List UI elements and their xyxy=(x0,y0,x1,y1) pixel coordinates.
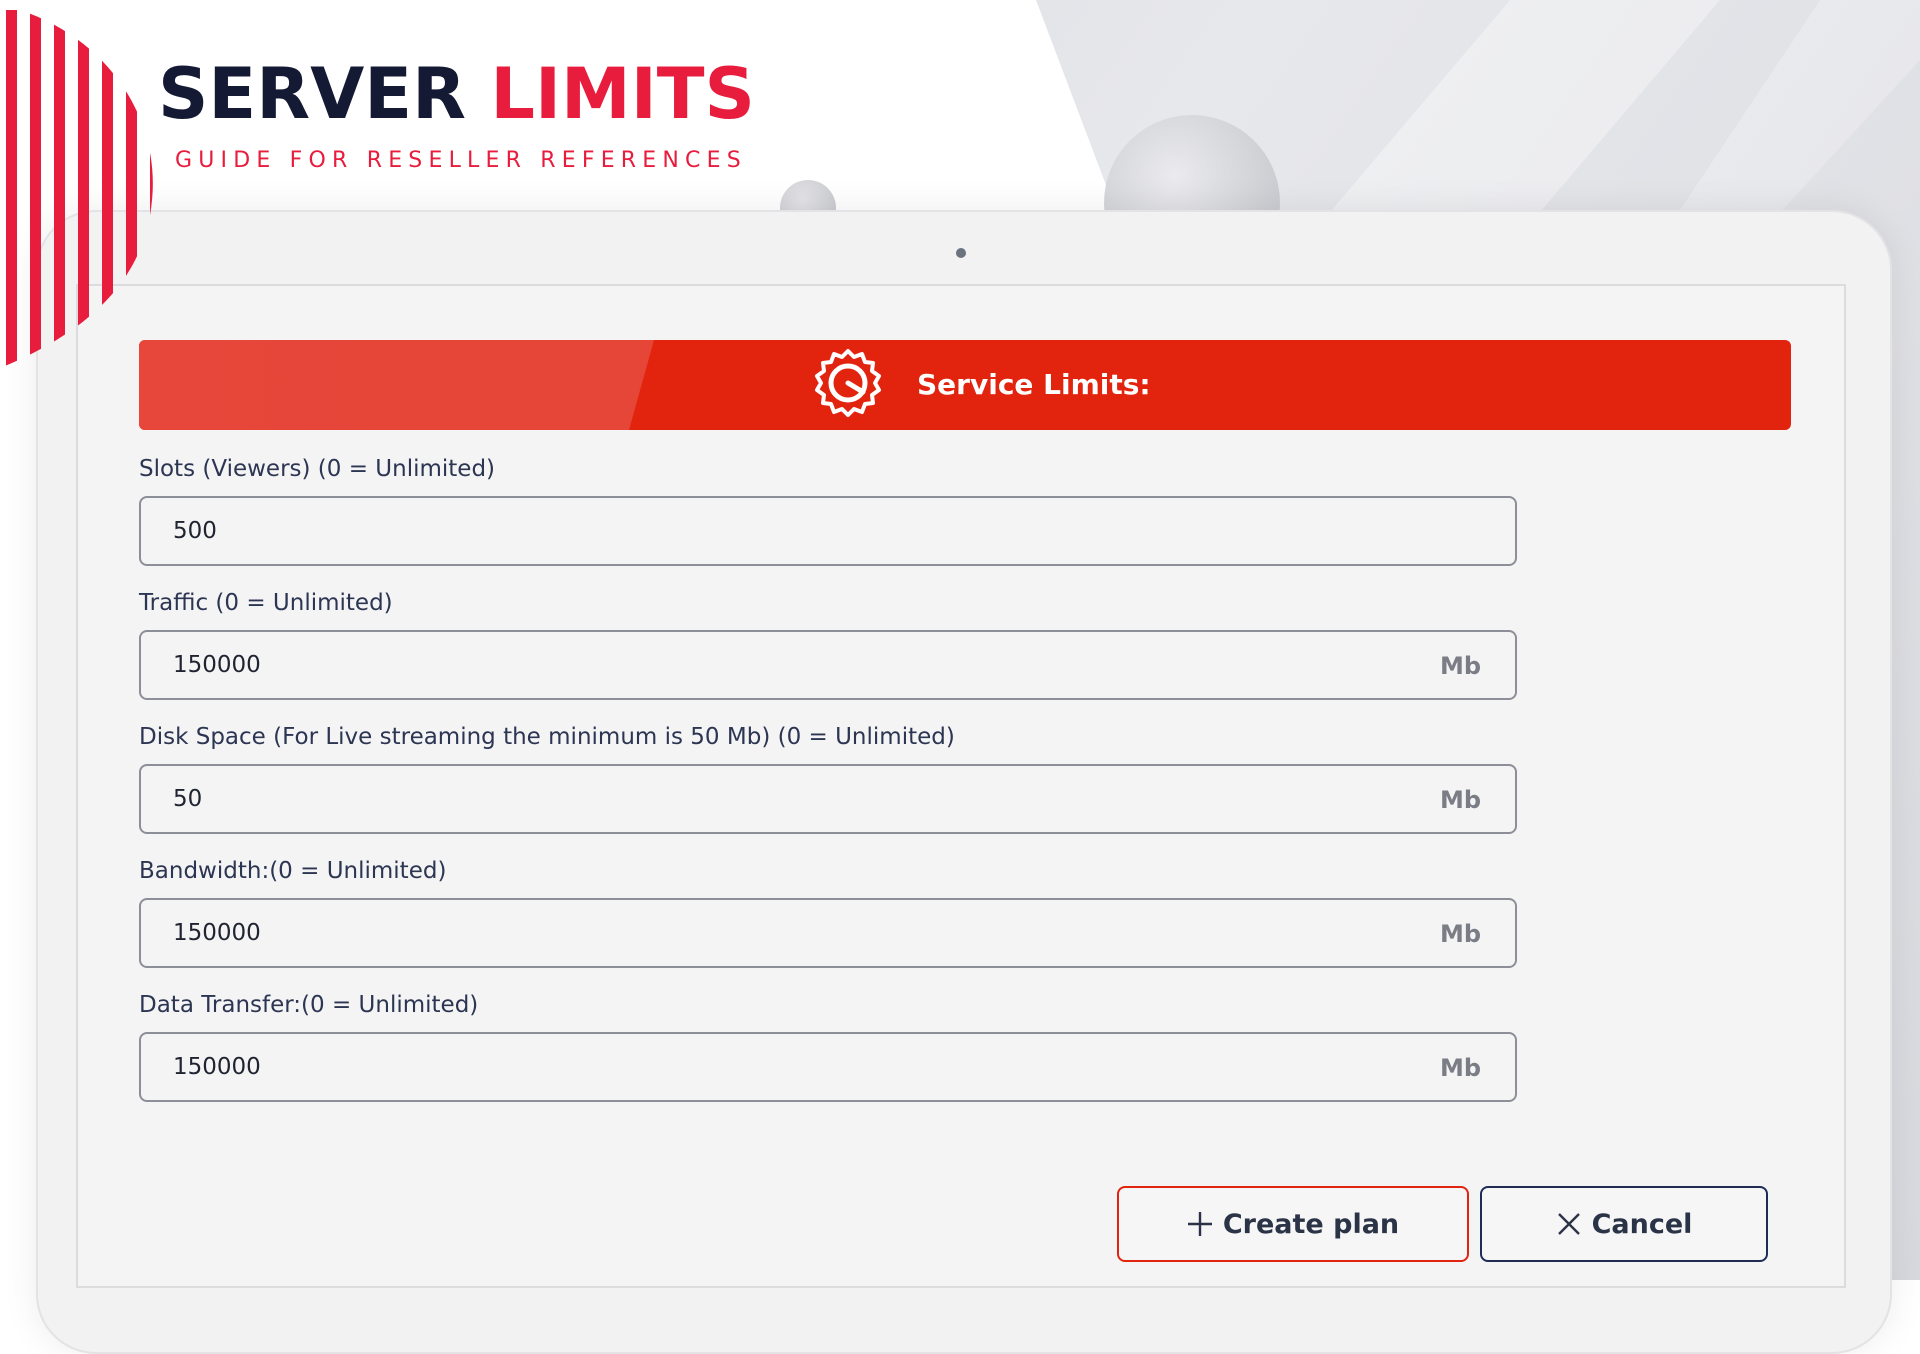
disk-space-unit: Mb xyxy=(1439,786,1481,814)
banner-title: Service Limits: xyxy=(917,368,1151,401)
page-subtitle: GUIDE FOR RESELLER REFERENCES xyxy=(175,148,747,173)
data-transfer-value: 150000 xyxy=(173,1054,261,1080)
bandwidth-label: Bandwidth:(0 = Unlimited) xyxy=(139,858,447,884)
striped-logo xyxy=(6,10,153,372)
gauge-icon xyxy=(815,349,881,417)
plus-icon xyxy=(1187,1212,1212,1236)
traffic-value: 150000 xyxy=(173,652,261,678)
slots-input[interactable]: 500 xyxy=(139,496,1517,566)
bandwidth-value: 150000 xyxy=(173,920,261,946)
title-server: SERVER xyxy=(158,53,467,135)
cancel-label: Cancel xyxy=(1591,1208,1693,1240)
create-plan-button[interactable]: Create plan xyxy=(1117,1186,1469,1262)
bandwidth-input[interactable]: 150000 Mb xyxy=(139,898,1517,968)
data-transfer-unit: Mb xyxy=(1439,1054,1481,1082)
slots-label: Slots (Viewers) (0 = Unlimited) xyxy=(139,456,496,482)
page-title: SERVER LIMITS xyxy=(158,54,755,134)
traffic-label: Traffic (0 = Unlimited) xyxy=(139,590,393,616)
camera-dot xyxy=(956,248,966,258)
close-icon xyxy=(1557,1213,1580,1235)
service-limits-banner: Service Limits: xyxy=(139,340,1791,430)
disk-space-input[interactable]: 50 Mb xyxy=(139,764,1517,834)
bandwidth-unit: Mb xyxy=(1439,920,1481,948)
disk-space-label: Disk Space (For Live streaming the minim… xyxy=(139,724,955,750)
data-transfer-input[interactable]: 150000 Mb xyxy=(139,1032,1517,1102)
traffic-unit: Mb xyxy=(1439,652,1481,680)
traffic-input[interactable]: 150000 Mb xyxy=(139,630,1517,700)
create-plan-label: Create plan xyxy=(1222,1208,1400,1240)
title-limits: LIMITS xyxy=(490,53,755,135)
slots-value: 500 xyxy=(173,518,217,544)
data-transfer-label: Data Transfer:(0 = Unlimited) xyxy=(139,992,479,1018)
cancel-button[interactable]: Cancel xyxy=(1480,1186,1768,1262)
disk-space-value: 50 xyxy=(173,786,203,812)
